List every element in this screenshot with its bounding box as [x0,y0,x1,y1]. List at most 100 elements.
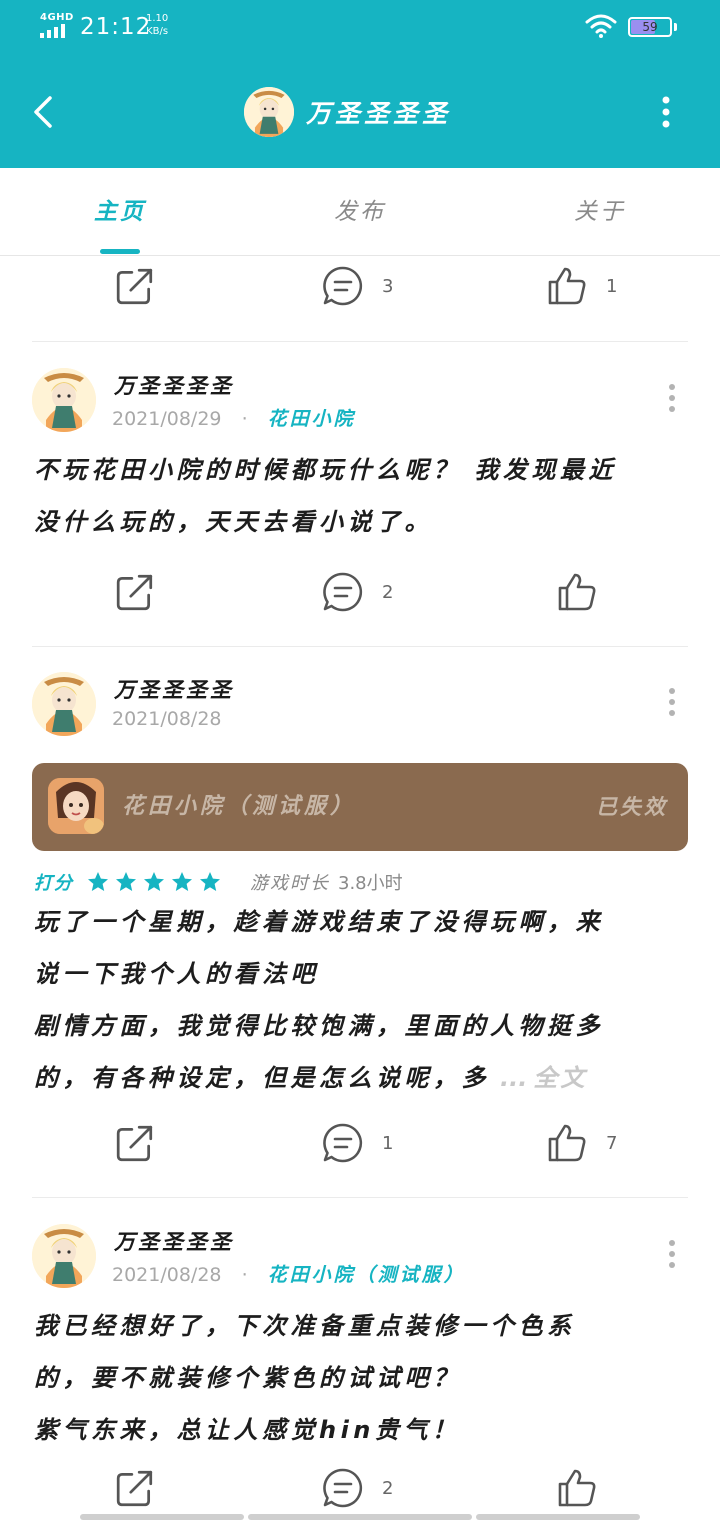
like-button[interactable] [556,562,598,622]
comment-icon [322,265,364,307]
divider [32,1197,688,1198]
thumbs-up-icon [556,571,598,613]
comment-button[interactable]: 2 [322,562,393,622]
rating-row: 打分 游戏时长 3.8小时 [34,868,403,896]
post-line: 剧情方面，我觉得比较饱满，里面的人物挺多 [34,1012,604,1040]
thumbs-up-icon [546,1122,588,1164]
share-icon [114,1122,156,1164]
post-body[interactable]: 我已经想好了，下次准备重点装修一个色系 的，要不就装修个紫色的试试吧？ 紫气东来… [34,1300,688,1456]
tab-about[interactable]: 关于 [480,168,720,256]
more-vertical-icon[interactable] [656,1236,688,1272]
star-icon [86,870,110,894]
avatar[interactable] [32,672,96,736]
post-line: 玩了一个星期，趁着游戏结束了没得玩啊，来 [34,908,604,936]
comment-icon [322,1467,364,1509]
share-icon [114,1467,156,1509]
clock: 21:12 [80,14,152,40]
post-actions: 3 1 [0,256,720,316]
profile-avatar [244,87,294,137]
post-line: 说一下我个人的看法吧 [34,960,319,988]
post-meta: 2021/08/28 · 花田小院（测试服） [112,1260,466,1287]
more-vertical-icon[interactable] [656,380,688,416]
tab-posts[interactable]: 发布 [240,168,480,256]
playtime-label: 游戏时长 [250,873,330,894]
star-icon [114,870,138,894]
status-bar: 4GHD 21:12 1.10 KB/s 59 [0,0,720,56]
wifi-icon [585,14,617,38]
thumbs-up-icon [556,1467,598,1509]
tab-indicator [100,249,140,254]
post-actions: 1 7 [0,1113,720,1173]
like-button[interactable] [556,1458,598,1518]
like-button[interactable]: 1 [546,256,617,316]
profile-title: 万圣圣圣圣 [244,86,451,138]
avatar[interactable] [32,1224,96,1288]
comment-count: 2 [382,581,394,603]
post-body[interactable]: 不玩花田小院的时候都玩什么呢？ 我发现最近 没什么玩的，天天去看小说了。 [34,444,688,548]
post-date: 2021/08/28 [112,708,222,730]
battery-nub [674,23,677,31]
post-line: 的，有各种设定，但是怎么说呢，多 [34,1064,490,1092]
post-date: 2021/08/29 [112,408,222,430]
share-button[interactable] [114,1113,156,1173]
back-arrow-icon[interactable] [24,90,64,134]
share-button[interactable] [114,562,156,622]
post-meta: 2021/08/28 [112,708,222,730]
star-icon [198,870,222,894]
avatar[interactable] [32,368,96,432]
share-button[interactable] [114,256,156,316]
post-header: 万圣圣圣圣 2021/08/28 · 花田小院（测试服） [32,1222,688,1292]
game-icon [48,778,104,834]
more-vertical-icon[interactable] [656,684,688,720]
meta-separator: · [241,408,248,430]
gesture-hint [248,1514,472,1520]
gesture-hint [80,1514,244,1520]
author-name[interactable]: 万圣圣圣圣 [114,370,234,400]
read-more-link[interactable]: 全文 [533,1064,587,1092]
game-name: 花田小院（测试服） [122,794,357,819]
share-button[interactable] [114,1458,156,1518]
post-line: 我已经想好了，下次准备重点装修一个色系 [34,1312,576,1340]
post-line: 不玩花田小院的时候都玩什么呢？ 我发现最近 [34,456,617,484]
game-card[interactable]: 花田小院（测试服） 已失效 [32,763,688,851]
game-status: 已失效 [596,795,668,819]
post-date: 2021/08/28 [112,1264,222,1286]
comment-icon [322,571,364,613]
star-icon [170,870,194,894]
speed-value: 1.10 [146,13,169,24]
more-vertical-icon[interactable] [648,90,684,134]
game-tag[interactable]: 花田小院（测试服） [268,1264,466,1286]
divider [32,341,688,342]
comment-count: 2 [382,1477,394,1499]
post-header: 万圣圣圣圣 2021/08/29 · 花田小院 [32,366,688,436]
star-icon [142,870,166,894]
comment-icon [322,1122,364,1164]
game-tag[interactable]: 花田小院 [268,408,356,430]
like-button[interactable]: 7 [546,1113,617,1173]
post-line: 的，要不就装修个紫色的试试吧？ [34,1364,462,1392]
post-actions: 2 [0,562,720,622]
network-type: 4GHD [40,12,74,23]
share-icon [114,571,156,613]
like-count: 7 [606,1132,618,1154]
comment-button[interactable]: 2 [322,1458,393,1518]
post-actions: 2 [0,1458,720,1518]
divider [32,646,688,647]
ellipsis: ... [500,1064,528,1092]
post-body[interactable]: 玩了一个星期，趁着游戏结束了没得玩啊，来 说一下我个人的看法吧 剧情方面，我觉得… [34,896,688,1104]
battery-icon: 59 [628,17,672,37]
post-meta: 2021/08/29 · 花田小院 [112,404,356,431]
comment-button[interactable]: 3 [322,256,393,316]
comment-count: 1 [382,1132,394,1154]
tab-bar: 主页 发布 关于 [0,168,720,256]
author-name[interactable]: 万圣圣圣圣 [114,674,234,704]
meta-separator: · [241,1264,248,1286]
gesture-hint [476,1514,640,1520]
thumbs-up-icon [546,265,588,307]
rating-stars [86,870,226,894]
tab-home[interactable]: 主页 [0,168,240,256]
author-name[interactable]: 万圣圣圣圣 [114,1226,234,1256]
speed-unit: KB/s [146,26,169,37]
post-line: 紫气东来，总让人感觉hin贵气！ [34,1416,461,1444]
comment-button[interactable]: 1 [322,1113,393,1173]
